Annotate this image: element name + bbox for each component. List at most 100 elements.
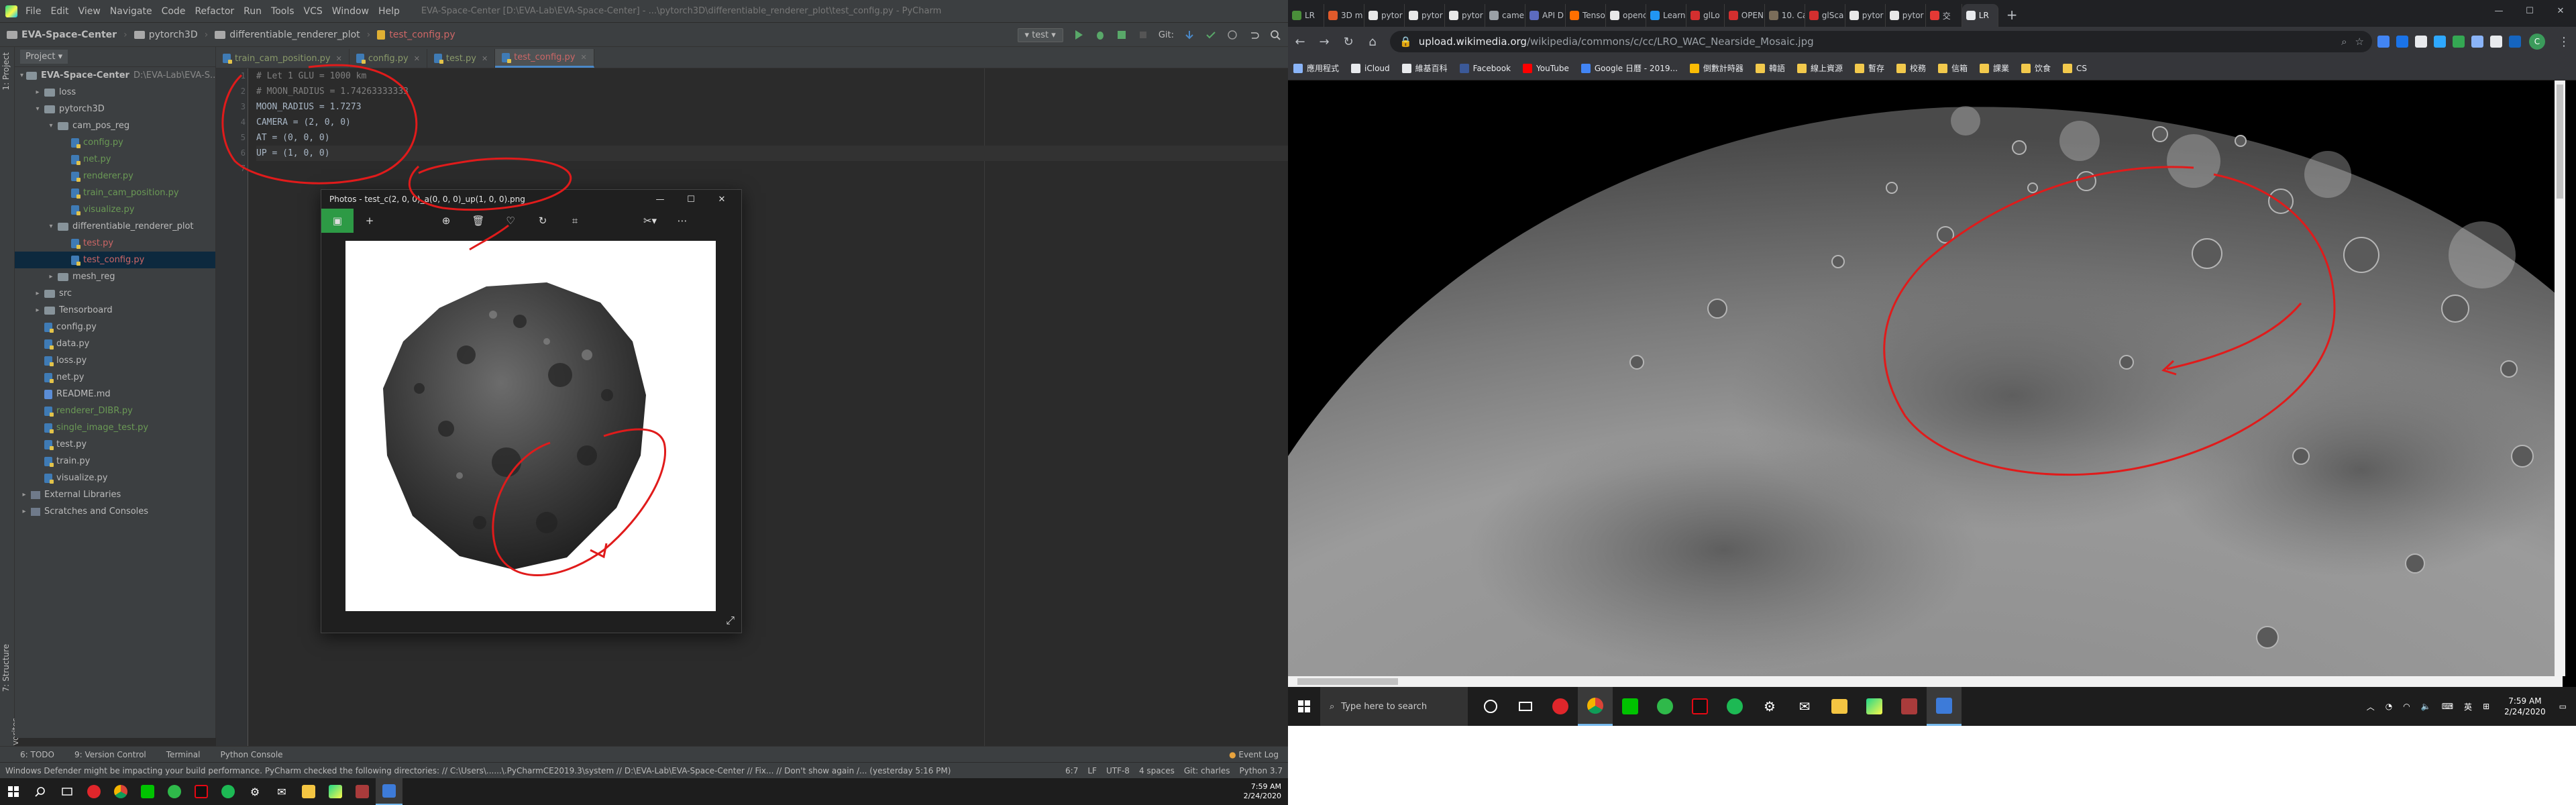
bookmark-item[interactable]: 饮食: [2021, 62, 2051, 74]
extension-icon[interactable]: [2471, 36, 2483, 48]
browser-tab[interactable]: glSca: [1805, 4, 1845, 27]
browser-tab[interactable]: OPEN: [1725, 4, 1765, 27]
wifi-icon[interactable]: ◠: [2403, 702, 2410, 711]
extension-icon[interactable]: [2415, 36, 2427, 48]
browser-tab[interactable]: Learn: [1646, 4, 1686, 27]
task-view-button[interactable]: [1508, 687, 1543, 726]
menu-icon[interactable]: ⋮: [2552, 35, 2576, 49]
taskbar-spotify[interactable]: [1717, 687, 1752, 726]
taskbar-line[interactable]: [1613, 687, 1648, 726]
browser-tab-label: LR: [1978, 11, 1989, 20]
input-method-icon[interactable]: 英: [2464, 701, 2472, 712]
browser-tab[interactable]: 3D m: [1324, 4, 1364, 27]
taskbar-snip[interactable]: [1892, 687, 1927, 726]
browser-tab[interactable]: pytor: [1445, 4, 1485, 27]
pycharm-icon: [1866, 698, 1882, 714]
close-button[interactable]: ✕: [2545, 0, 2576, 21]
extension-icon[interactable]: [2396, 36, 2408, 48]
annotation-layer-left: [221, 64, 666, 576]
zoom-indicator-icon[interactable]: ⌕: [2341, 36, 2347, 48]
taskbar-photos[interactable]: [1927, 687, 1962, 726]
taskbar-settings[interactable]: ⚙: [1752, 687, 1787, 726]
taskbar-search-box[interactable]: ⌕ Type here to search: [1320, 687, 1468, 726]
taskbar-mail[interactable]: ✉: [1787, 687, 1822, 726]
cortana-button[interactable]: [1473, 687, 1508, 726]
volume-icon[interactable]: 🔈: [2421, 702, 2431, 711]
browser-tab-label: came: [1502, 11, 1525, 20]
browser-tab[interactable]: pytor: [1845, 4, 1886, 27]
bookmark-label: 信箱: [1951, 64, 1968, 73]
gear-icon: ⚙: [1764, 698, 1776, 714]
minimize-button[interactable]: —: [2483, 0, 2514, 21]
browser-tab[interactable]: LR: [1962, 4, 1998, 27]
browser-tab[interactable]: glLo: [1686, 4, 1725, 27]
horizontal-scrollbar-thumb[interactable]: [1297, 678, 1398, 685]
taskbar-netflix[interactable]: [1682, 687, 1717, 726]
reload-icon[interactable]: ↻: [1336, 35, 1360, 49]
browser-tab[interactable]: pytor: [1405, 4, 1445, 27]
browser-tab[interactable]: pytor: [1886, 4, 1926, 27]
taskbar-pycharm[interactable]: [1857, 687, 1892, 726]
notifications-icon[interactable]: ▭: [2559, 702, 2567, 711]
favicon-icon: [1650, 11, 1660, 20]
bookmark-star-icon[interactable]: ☆: [2355, 36, 2364, 48]
home-icon[interactable]: ⌂: [1360, 35, 1385, 49]
browser-tab[interactable]: API D: [1525, 4, 1566, 27]
bookmark-item[interactable]: Facebook: [1459, 63, 1511, 73]
profile-avatar[interactable]: C: [2529, 34, 2545, 50]
snip-icon: [1901, 698, 1917, 714]
browser-tab[interactable]: came: [1485, 4, 1525, 27]
browser-tab[interactable]: 10. Ca: [1765, 4, 1805, 27]
bookmark-item[interactable]: 線上資源: [1796, 62, 1843, 74]
keyboard-icon[interactable]: ⌨: [2442, 702, 2453, 711]
annotation-circle-moon: [492, 428, 666, 576]
bookmark-item[interactable]: 校務: [1896, 62, 1926, 74]
new-tab-button[interactable]: +: [2006, 7, 2018, 23]
moon-photo: [1288, 80, 2565, 676]
browser-tab-label: LR: [1305, 11, 1316, 20]
extension-icon[interactable]: [2490, 36, 2502, 48]
ime-icon[interactable]: ⊞: [2483, 702, 2489, 711]
bookmark-item[interactable]: 課業: [1980, 62, 2009, 74]
forward-icon[interactable]: →: [1312, 35, 1336, 49]
browser-tab[interactable]: pytor: [1364, 4, 1405, 27]
maximize-button[interactable]: ☐: [2514, 0, 2545, 21]
browser-tab[interactable]: 交: [1926, 4, 1962, 27]
bookmark-item[interactable]: 維基百科: [1401, 62, 1448, 74]
taskbar-app[interactable]: [1648, 687, 1682, 726]
bookmark-item[interactable]: iCloud: [1351, 63, 1390, 73]
bookmark-item[interactable]: 韓語: [1755, 62, 1785, 74]
bookmark-item[interactable]: 倒數計時器: [1689, 62, 1743, 74]
horizontal-scrollbar[interactable]: [1288, 676, 2563, 687]
start-button[interactable]: [1288, 687, 1320, 726]
network-icon[interactable]: ◔: [2385, 702, 2392, 711]
extension-icon[interactable]: [2434, 36, 2446, 48]
page-content[interactable]: [1288, 80, 2576, 687]
bookmark-item[interactable]: YouTube: [1523, 63, 1569, 73]
annotation-circle-title: [408, 157, 572, 211]
taskbar-opera[interactable]: [1543, 687, 1578, 726]
browser-tab-label: pytor: [1902, 11, 1924, 20]
browser-tab[interactable]: LR: [1288, 4, 1324, 27]
browser-tab[interactable]: openc: [1606, 4, 1646, 27]
taskbar-explorer[interactable]: [1822, 687, 1857, 726]
back-icon[interactable]: ←: [1288, 35, 1312, 49]
browser-tab-label: pytor: [1381, 11, 1403, 20]
bookmark-item[interactable]: 信箱: [1938, 62, 1968, 74]
bookmark-label: 課業: [1993, 64, 2010, 73]
bookmark-item[interactable]: CS: [2063, 63, 2087, 73]
taskbar-chrome[interactable]: [1578, 687, 1613, 726]
favicon-icon: [1409, 11, 1418, 20]
show-hidden-icons[interactable]: ︿: [2367, 701, 2375, 712]
bookmark-item[interactable]: 應用程式: [1293, 62, 1339, 74]
address-bar[interactable]: 🔒 upload.wikimedia.org/wikipedia/commons…: [1390, 31, 2372, 52]
bookmark-item[interactable]: 暫存: [1854, 62, 1884, 74]
vertical-scrollbar-thumb[interactable]: [2557, 85, 2563, 199]
extension-icon[interactable]: [2377, 36, 2390, 48]
taskbar-clock[interactable]: 7:59 AM 2/24/2020: [2504, 696, 2546, 717]
browser-toolbar: ← → ↻ ⌂ 🔒 upload.wikimedia.org/wikipedia…: [1288, 27, 2576, 56]
browser-tab[interactable]: Tenso: [1566, 4, 1606, 27]
bookmark-item[interactable]: Google 日曆 - 2019...: [1580, 62, 1678, 74]
extension-icon[interactable]: [2453, 36, 2465, 48]
extension-icon[interactable]: [2509, 36, 2521, 48]
